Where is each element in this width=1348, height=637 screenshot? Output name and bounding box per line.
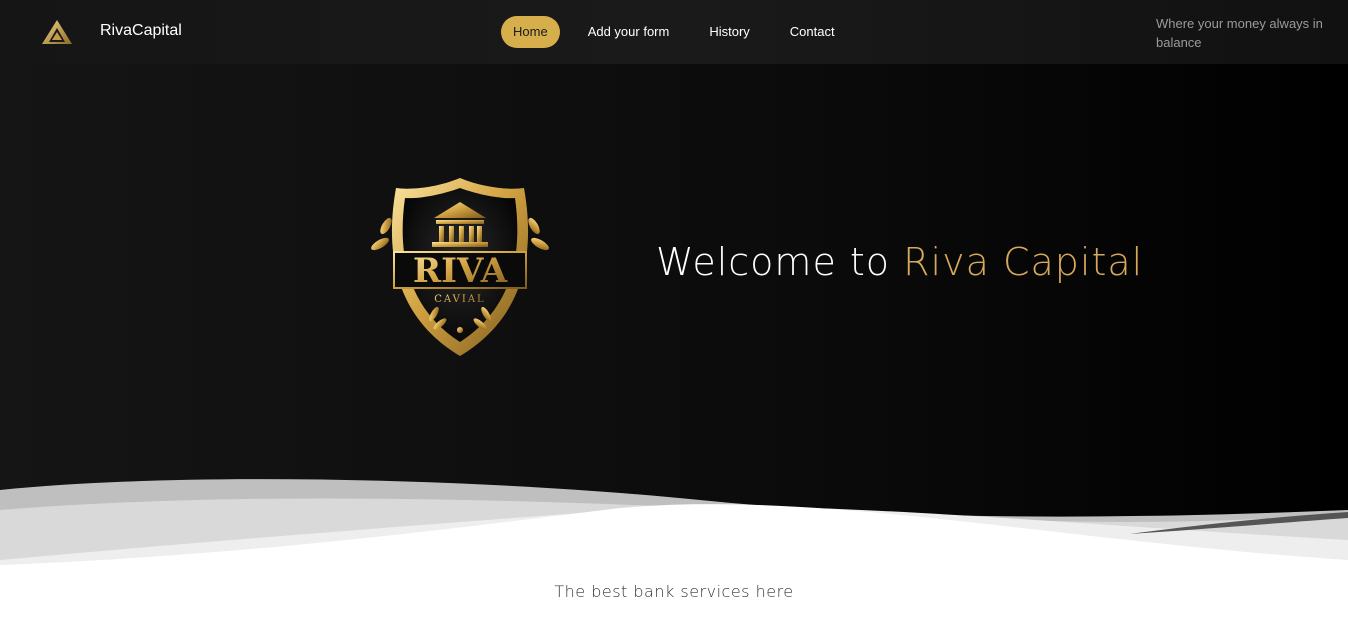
brand-name: RivaCapital bbox=[100, 22, 182, 39]
pyramid-logo-icon bbox=[42, 20, 72, 44]
svg-text:RIVA: RIVA bbox=[413, 251, 508, 291]
hero-headline: Welcome to Riva Capital bbox=[656, 240, 1143, 284]
headline-brand: Riva Capital bbox=[903, 240, 1144, 284]
wave-divider bbox=[0, 479, 1348, 580]
svg-text:CAVIAL: CAVIAL bbox=[434, 294, 485, 305]
brand[interactable]: RivaCapital bbox=[40, 18, 182, 46]
nav-history[interactable]: History bbox=[697, 16, 761, 48]
nav-add-your-form[interactable]: Add your form bbox=[576, 16, 682, 48]
subtext: The best bank services here bbox=[554, 582, 794, 601]
tagline: Where your money always in balance bbox=[1156, 16, 1323, 50]
nav-home[interactable]: Home bbox=[501, 16, 560, 48]
nav-contact[interactable]: Contact bbox=[778, 16, 847, 48]
headline-prefix: Welcome to bbox=[656, 240, 891, 284]
top-navbar: RivaCapital Home Add your form History C… bbox=[0, 0, 1348, 64]
shield-emblem-icon: RIVA CAVIAL bbox=[371, 178, 549, 356]
main-nav: Home Add your form History Contact bbox=[501, 16, 863, 48]
